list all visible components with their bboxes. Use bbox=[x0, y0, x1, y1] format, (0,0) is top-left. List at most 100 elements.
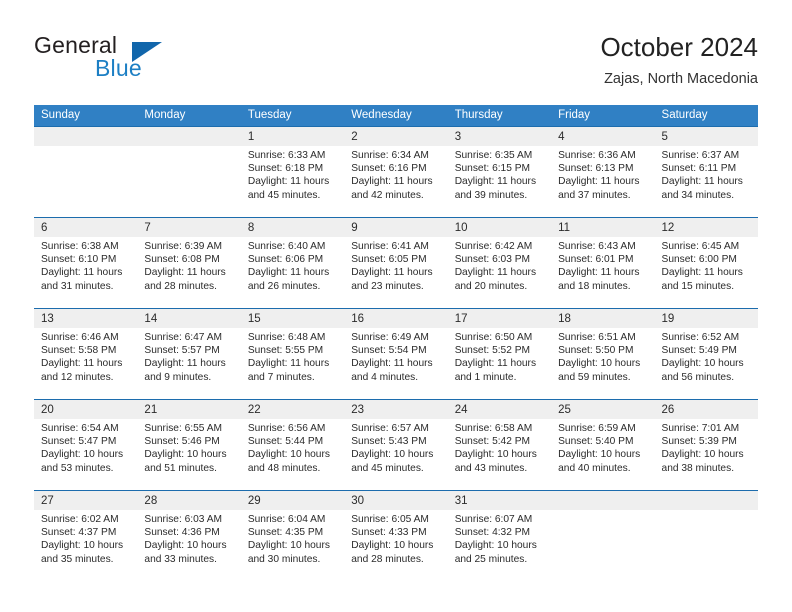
day-number: 13 bbox=[41, 313, 54, 325]
day-sun-info: Sunrise: 6:05 AM Sunset: 4:33 PM Daylight:… bbox=[344, 510, 447, 566]
sunrise-text: Sunrise: 7:01 AM bbox=[661, 423, 740, 434]
sunrise-text: Sunrise: 6:33 AM bbox=[247, 150, 326, 161]
brand-logo[interactable]: General Blue bbox=[34, 30, 254, 92]
sunrise-text: Sunrise: 6:59 AM bbox=[558, 423, 636, 434]
daylight-text-line2: and 34 minutes. bbox=[661, 189, 735, 201]
calendar-day-cell[interactable]: 23 Sunrise: 6:57 AM Sunset: 5:43 PM Dayligh… bbox=[344, 400, 448, 489]
daylight-text-line2: and 15 minutes. bbox=[661, 280, 735, 292]
page-title: October 2024 bbox=[600, 32, 758, 62]
calendar-day-cell[interactable]: 30 Sunrise: 6:05 AM Sunset: 4:33 PM Dayligh… bbox=[344, 491, 448, 580]
day-number: 19 bbox=[661, 313, 675, 325]
day-number: 8 bbox=[247, 222, 255, 234]
calendar-day-cell-empty bbox=[137, 127, 241, 216]
sunset-text: Sunset: 4:37 PM bbox=[41, 527, 117, 539]
daylight-text-line1: Daylight: 10 hours bbox=[351, 449, 434, 461]
day-number: 31 bbox=[454, 495, 468, 507]
calendar-weeks: 1 Sunrise: 6:33 AM Sunset: 6:18 PM Daylight… bbox=[34, 126, 758, 581]
calendar-day-cell-empty bbox=[551, 491, 655, 580]
daylight-text-line1: Daylight: 11 hours bbox=[351, 176, 433, 188]
calendar-day-cell[interactable]: 18 Sunrise: 6:51 AM Sunset: 5:50 PM Dayligh… bbox=[551, 309, 655, 398]
sunrise-text: Sunrise: 6:47 AM bbox=[144, 332, 223, 343]
sunrise-text: Sunrise: 6:52 AM bbox=[661, 332, 740, 343]
calendar-day-cell[interactable]: 9 Sunrise: 6:41 AM Sunset: 6:05 PM Daylight… bbox=[344, 218, 448, 307]
calendar-day-cell[interactable]: 10 Sunrise: 6:42 AM Sunset: 6:03 PM Dayligh… bbox=[447, 218, 552, 307]
calendar-day-cell[interactable]: 26 Sunrise: 7:01 AM Sunset: 5:39 PM Dayligh… bbox=[654, 400, 758, 489]
day-number: 22 bbox=[247, 404, 261, 416]
calendar-day-cell[interactable]: 27 Sunrise: 6:02 AM Sunset: 4:37 PM Dayligh… bbox=[34, 491, 138, 580]
calendar-day-cell[interactable]: 16 Sunrise: 6:49 AM Sunset: 5:54 PM Dayligh… bbox=[344, 309, 448, 398]
calendar-day-cell[interactable]: 5 Sunrise: 6:37 AM Sunset: 6:11 PM Daylight… bbox=[654, 127, 758, 216]
calendar-week-row: 20 Sunrise: 6:54 AM Sunset: 5:47 PM Dayligh… bbox=[34, 399, 758, 490]
calendar-day-cell[interactable]: 22 Sunrise: 6:56 AM Sunset: 5:44 PM Dayligh… bbox=[240, 400, 345, 489]
calendar-day-cell[interactable]: 28 Sunrise: 6:03 AM Sunset: 4:36 PM Dayligh… bbox=[137, 491, 241, 580]
calendar-day-cell[interactable]: 12 Sunrise: 6:45 AM Sunset: 6:00 PM Dayligh… bbox=[654, 218, 758, 307]
daylight-text-line2: and 37 minutes. bbox=[558, 189, 631, 201]
calendar-day-cell[interactable]: 15 Sunrise: 6:48 AM Sunset: 5:55 PM Dayligh… bbox=[240, 309, 345, 398]
calendar-day-cell[interactable]: 31 Sunrise: 6:07 AM Sunset: 4:32 PM Dayligh… bbox=[447, 491, 552, 580]
calendar-day-cell[interactable]: 17 Sunrise: 6:50 AM Sunset: 5:52 PM Dayligh… bbox=[447, 309, 552, 398]
day-sun-info: Sunrise: 6:04 AM Sunset: 4:35 PM Daylight:… bbox=[241, 510, 344, 566]
calendar-day-cell[interactable]: 8 Sunrise: 6:40 AM Sunset: 6:06 PM Daylight… bbox=[240, 218, 345, 307]
day-sun-info: Sunrise: 6:49 AM Sunset: 5:54 PM Daylight:… bbox=[344, 328, 447, 384]
day-sun-info: Sunrise: 6:55 AM Sunset: 5:46 PM Daylight:… bbox=[137, 419, 240, 475]
weekday-header-monday: Monday bbox=[144, 109, 186, 121]
sunrise-text: Sunrise: 6:45 AM bbox=[661, 241, 740, 252]
sunset-text: Sunset: 5:40 PM bbox=[558, 436, 634, 448]
day-number-band bbox=[654, 491, 758, 510]
day-number-band: 24 bbox=[447, 400, 552, 419]
calendar-day-cell[interactable]: 29 Sunrise: 6:04 AM Sunset: 4:35 PM Dayligh… bbox=[240, 491, 345, 580]
sunset-text: Sunset: 5:47 PM bbox=[41, 436, 117, 448]
day-sun-info: Sunrise: 6:57 AM Sunset: 5:43 PM Daylight:… bbox=[344, 419, 447, 475]
sunrise-text: Sunrise: 6:50 AM bbox=[454, 332, 533, 343]
day-sun-info: Sunrise: 6:03 AM Sunset: 4:36 PM Daylight:… bbox=[137, 510, 240, 566]
day-sun-info: Sunrise: 6:52 AM Sunset: 5:49 PM Daylight:… bbox=[655, 328, 758, 384]
daylight-text-line2: and 33 minutes. bbox=[144, 553, 217, 565]
calendar-day-cell[interactable]: 4 Sunrise: 6:36 AM Sunset: 6:13 PM Daylight… bbox=[551, 127, 655, 216]
day-number: 17 bbox=[454, 313, 468, 325]
sunrise-text: Sunrise: 6:37 AM bbox=[661, 150, 740, 161]
day-number: 10 bbox=[454, 222, 468, 234]
day-sun-info: Sunrise: 6:35 AM Sunset: 6:15 PM Daylight:… bbox=[448, 146, 551, 202]
day-number-band: 26 bbox=[654, 400, 758, 419]
calendar-day-cell[interactable]: 3 Sunrise: 6:35 AM Sunset: 6:15 PM Daylight… bbox=[447, 127, 552, 216]
calendar-day-cell[interactable]: 13 Sunrise: 6:46 AM Sunset: 5:58 PM Dayligh… bbox=[34, 309, 138, 398]
calendar-day-cell[interactable]: 2 Sunrise: 6:34 AM Sunset: 6:16 PM Daylight… bbox=[344, 127, 448, 216]
sunrise-text: Sunrise: 6:54 AM bbox=[41, 423, 119, 434]
calendar-day-cell[interactable]: 11 Sunrise: 6:43 AM Sunset: 6:01 PM Dayligh… bbox=[551, 218, 655, 307]
daylight-text-line1: Daylight: 11 hours bbox=[454, 358, 537, 370]
calendar-day-cell[interactable]: 25 Sunrise: 6:59 AM Sunset: 5:40 PM Dayligh… bbox=[551, 400, 655, 489]
calendar-day-cell[interactable]: 14 Sunrise: 6:47 AM Sunset: 5:57 PM Dayligh… bbox=[137, 309, 241, 398]
sunset-text: Sunset: 6:03 PM bbox=[454, 254, 531, 266]
daylight-text-line1: Daylight: 11 hours bbox=[41, 358, 123, 370]
day-sun-info: Sunrise: 6:33 AM Sunset: 6:18 PM Daylight:… bbox=[241, 146, 344, 202]
day-number: 6 bbox=[41, 222, 48, 234]
sunrise-text: Sunrise: 6:05 AM bbox=[351, 514, 429, 525]
day-sun-info: Sunrise: 7:01 AM Sunset: 5:39 PM Daylight:… bbox=[655, 419, 758, 475]
weekday-header-friday: Friday bbox=[558, 109, 591, 121]
calendar-day-cell[interactable]: 6 Sunrise: 6:38 AM Sunset: 6:10 PM Daylight… bbox=[34, 218, 138, 307]
calendar-day-cell[interactable]: 20 Sunrise: 6:54 AM Sunset: 5:47 PM Dayligh… bbox=[34, 400, 138, 489]
day-number-band: 17 bbox=[447, 309, 552, 328]
daylight-text-line2: and 12 minutes. bbox=[41, 371, 114, 383]
sunset-text: Sunset: 4:32 PM bbox=[454, 527, 531, 539]
day-number-band: 18 bbox=[551, 309, 655, 328]
day-number: 16 bbox=[351, 313, 365, 325]
daylight-text-line2: and 28 minutes. bbox=[144, 280, 217, 292]
calendar-day-cell[interactable]: 1 Sunrise: 6:33 AM Sunset: 6:18 PM Daylight… bbox=[240, 127, 345, 216]
calendar-day-cell[interactable]: 7 Sunrise: 6:39 AM Sunset: 6:08 PM Daylight… bbox=[137, 218, 241, 307]
calendar-day-cell[interactable]: 19 Sunrise: 6:52 AM Sunset: 5:49 PM Dayligh… bbox=[654, 309, 758, 398]
daylight-text-line1: Daylight: 11 hours bbox=[144, 267, 226, 279]
day-number-band: 21 bbox=[137, 400, 241, 419]
day-number-band: 10 bbox=[447, 218, 552, 237]
day-sun-info: Sunrise: 6:51 AM Sunset: 5:50 PM Daylight:… bbox=[551, 328, 654, 384]
daylight-text-line2: and 56 minutes. bbox=[661, 371, 735, 383]
page-subtitle: Zajas, North Macedonia bbox=[604, 71, 758, 87]
brand-word-blue: Blue bbox=[95, 55, 142, 81]
day-number: 14 bbox=[144, 313, 158, 325]
calendar-day-cell[interactable]: 21 Sunrise: 6:55 AM Sunset: 5:46 PM Dayligh… bbox=[137, 400, 241, 489]
day-sun-info: Sunrise: 6:36 AM Sunset: 6:13 PM Daylight:… bbox=[551, 146, 654, 202]
daylight-text-line2: and 51 minutes. bbox=[144, 462, 217, 474]
day-number: 29 bbox=[247, 495, 261, 507]
day-number: 28 bbox=[144, 495, 158, 507]
calendar-day-cell[interactable]: 24 Sunrise: 6:58 AM Sunset: 5:42 PM Dayligh… bbox=[447, 400, 552, 489]
